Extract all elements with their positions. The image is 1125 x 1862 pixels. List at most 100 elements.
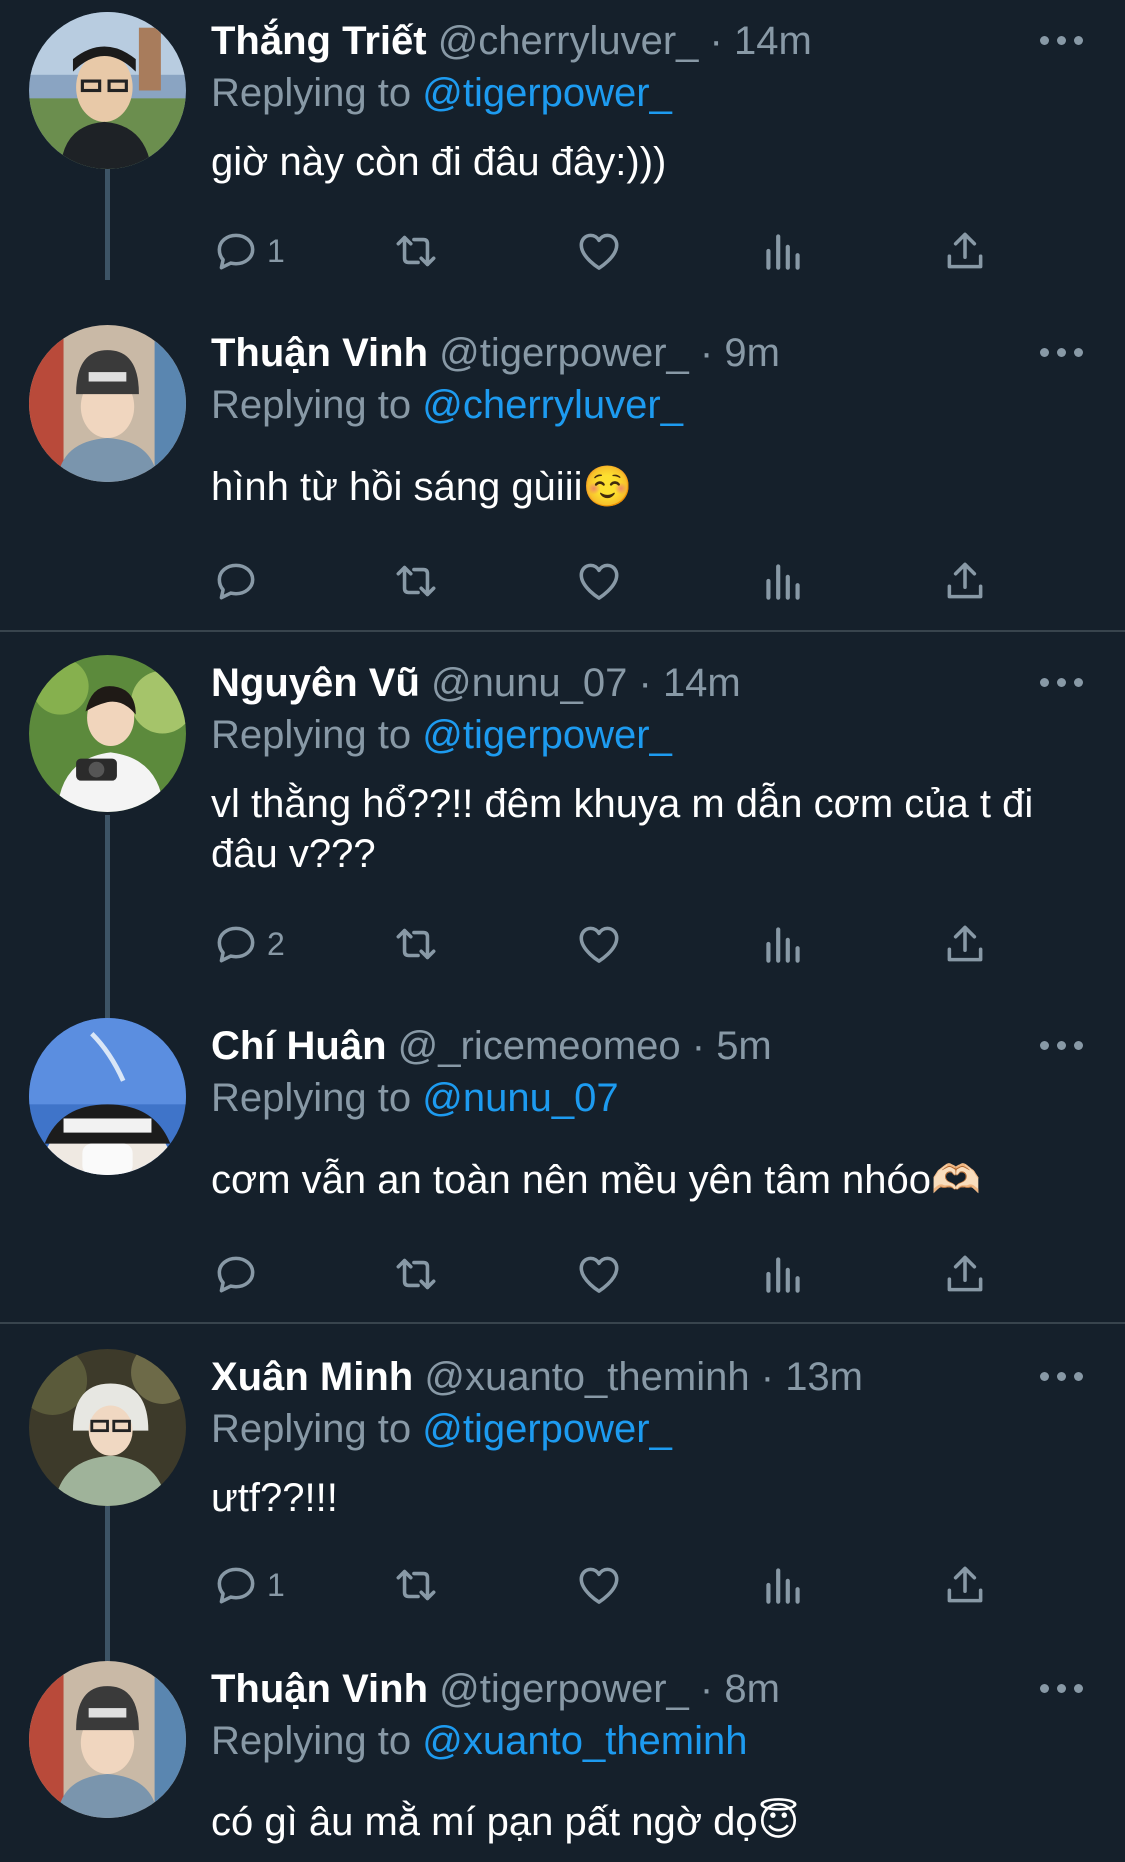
dot [1074, 1684, 1083, 1693]
meta-separator: · [709, 19, 723, 63]
tweet-text: hình từ hồi sáng gùiii☺️ [211, 465, 633, 509]
analytics-button[interactable] [758, 918, 808, 970]
user-photo-hood-icon [29, 1349, 186, 1506]
avatar[interactable] [29, 1018, 186, 1175]
analytics-button[interactable] [758, 1559, 808, 1611]
more-options-button[interactable] [1040, 343, 1084, 363]
reply-icon [217, 1256, 255, 1293]
replying-to-handle[interactable]: @tigerpower_ [422, 713, 672, 757]
user-handle[interactable]: @nunu_07 [431, 661, 627, 705]
display-name[interactable]: Thuận Vinh [211, 1667, 428, 1711]
tweet[interactable]: Thắng Triết @cherryluver_ · 14m Replying… [0, 0, 1125, 330]
replying-to-label: Replying to [211, 1076, 412, 1120]
tweet-text: có gì âu mằ mí pạn pất ngờ dọ😇 [211, 1800, 800, 1844]
replying-to-handle[interactable]: @xuanto_theminh [422, 1719, 747, 1763]
like-button[interactable] [574, 225, 624, 277]
meta-separator: · [699, 1667, 714, 1711]
replying-to-label: Replying to [211, 713, 412, 757]
retweet-button[interactable] [391, 555, 441, 607]
replying-to-handle[interactable]: @tigerpower_ [422, 1407, 672, 1451]
like-button[interactable] [574, 1248, 624, 1300]
more-options-button[interactable] [1040, 673, 1084, 693]
tweet-header: Xuân Minh @xuanto_theminh · 13m [211, 1351, 863, 1403]
retweet-button[interactable] [391, 1248, 441, 1300]
user-handle[interactable]: @tigerpower_ [439, 331, 689, 375]
reply-count: 1 [267, 232, 285, 269]
replying-to-handle[interactable]: @tigerpower_ [422, 71, 672, 115]
user-photo-beanie-icon [29, 1661, 186, 1818]
replying-to-label: Replying to [211, 71, 412, 115]
user-handle[interactable]: @xuanto_theminh [424, 1355, 749, 1399]
avatar[interactable] [29, 1349, 186, 1506]
reply-button[interactable]: 1 [211, 1559, 285, 1611]
analytics-icon [766, 564, 800, 600]
user-handle[interactable]: @cherryluver_ [438, 19, 699, 63]
avatar[interactable] [29, 325, 186, 482]
analytics-button[interactable] [758, 1248, 808, 1300]
dot [1074, 348, 1083, 357]
timestamp[interactable]: 14m [663, 661, 741, 705]
reply-button[interactable] [211, 555, 267, 607]
reply-button[interactable]: 1 [211, 225, 285, 277]
more-options-button[interactable] [1040, 1679, 1084, 1699]
share-button[interactable] [940, 555, 990, 607]
analytics-button[interactable] [758, 555, 808, 607]
display-name[interactable]: Thuận Vinh [211, 331, 428, 375]
user-photo-sky-icon [29, 1018, 186, 1175]
retweet-button[interactable] [391, 225, 441, 277]
share-button[interactable] [940, 225, 990, 277]
dot [1057, 678, 1066, 687]
share-icon [947, 925, 983, 962]
reply-button[interactable]: 2 [211, 918, 285, 970]
heart-icon [579, 926, 619, 963]
reply-thread: Thắng Triết @cherryluver_ · 14m Replying… [0, 0, 1125, 1862]
user-handle[interactable]: @_ricemeomeo [398, 1024, 681, 1068]
share-icon [947, 1255, 983, 1292]
replying-to: Replying to @tigerpower_ [211, 67, 672, 119]
timestamp[interactable]: 13m [785, 1355, 863, 1399]
more-options-button[interactable] [1040, 31, 1084, 51]
more-options-button[interactable] [1040, 1036, 1084, 1056]
display-name[interactable]: Xuân Minh [211, 1355, 413, 1399]
replying-to-handle[interactable]: @nunu_07 [422, 1076, 618, 1120]
retweet-icon [396, 1569, 436, 1601]
user-handle[interactable]: @tigerpower_ [439, 1667, 689, 1711]
reply-icon [217, 233, 255, 270]
replying-to: Replying to @xuanto_theminh [211, 1715, 748, 1767]
timestamp[interactable]: 14m [734, 19, 812, 63]
avatar[interactable] [29, 655, 186, 812]
tweet-text: giờ này còn đi đâu đây:))) [211, 140, 667, 184]
display-name[interactable]: Chí Huân [211, 1024, 387, 1068]
dot [1040, 36, 1049, 45]
user-photo-beanie-icon [29, 325, 186, 482]
dot [1057, 1372, 1066, 1381]
replying-to-handle[interactable]: @cherryluver_ [422, 383, 683, 427]
like-button[interactable] [574, 1559, 624, 1611]
retweet-button[interactable] [391, 1559, 441, 1611]
share-icon [947, 232, 983, 269]
meta-separator: · [699, 331, 714, 375]
heart-icon [579, 563, 619, 600]
reply-button[interactable] [211, 1248, 267, 1300]
like-button[interactable] [574, 918, 624, 970]
more-options-button[interactable] [1040, 1367, 1084, 1387]
retweet-button[interactable] [391, 918, 441, 970]
like-button[interactable] [574, 555, 624, 607]
analytics-icon [766, 1568, 800, 1604]
dot [1057, 348, 1066, 357]
timestamp[interactable]: 9m [724, 331, 780, 375]
display-name[interactable]: Nguyên Vũ [211, 661, 420, 705]
share-button[interactable] [940, 1248, 990, 1300]
analytics-button[interactable] [758, 225, 808, 277]
timestamp[interactable]: 8m [724, 1667, 780, 1711]
share-button[interactable] [940, 918, 990, 970]
timestamp[interactable]: 5m [716, 1024, 772, 1068]
display-name[interactable]: Thắng Triết [211, 19, 427, 63]
share-icon [947, 562, 983, 599]
dot [1040, 1684, 1049, 1693]
share-button[interactable] [940, 1559, 990, 1611]
dot [1074, 678, 1083, 687]
avatar[interactable] [29, 1661, 186, 1818]
reply-icon [217, 1567, 255, 1604]
avatar[interactable] [29, 12, 186, 169]
